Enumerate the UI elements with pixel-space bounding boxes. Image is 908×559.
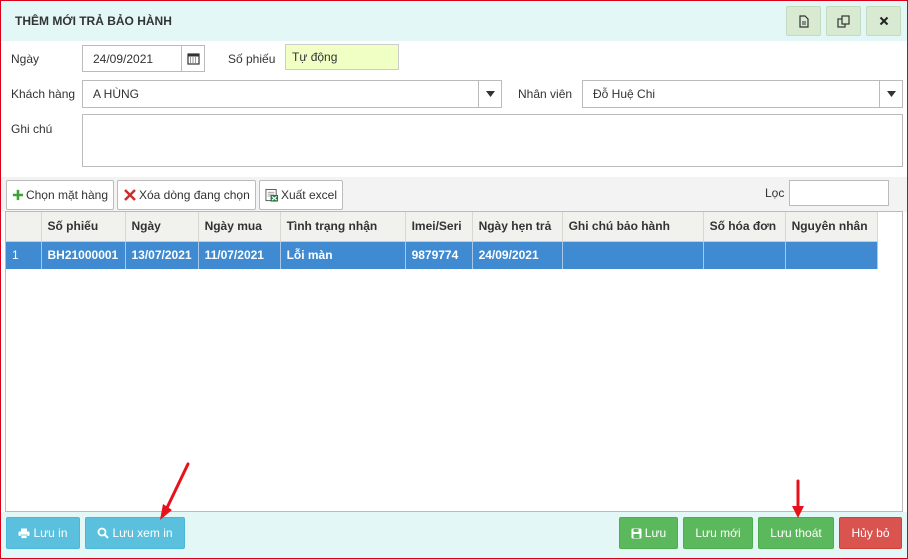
delete-x-icon xyxy=(124,189,136,201)
save-view-print-label: Lưu xem in xyxy=(112,526,173,540)
annotation-arrow-icon xyxy=(792,479,804,518)
table-cell[interactable]: 1 xyxy=(6,241,42,269)
calendar-icon xyxy=(186,53,200,65)
dialog-title: THÊM MỚI TRẢ BẢO HÀNH xyxy=(15,14,172,28)
table-cell[interactable] xyxy=(703,241,786,269)
column-header[interactable]: Số hóa đơn xyxy=(703,212,786,242)
chevron-down-icon xyxy=(485,91,495,97)
note-textarea[interactable] xyxy=(82,114,903,167)
delete-selected-button[interactable]: Xóa dòng đang chọn xyxy=(117,180,256,210)
staff-select[interactable]: Đỗ Huệ Chi xyxy=(582,80,880,108)
warranty-grid: Số phiếu Ngày Ngày mua Tình trạng nhận I… xyxy=(5,211,903,512)
column-header[interactable]: Tình trạng nhận xyxy=(280,212,406,242)
table-cell[interactable] xyxy=(562,241,704,269)
document-icon xyxy=(798,14,809,28)
column-header[interactable]: Ngày mua xyxy=(198,212,281,242)
export-excel-button[interactable]: Xuất excel xyxy=(259,180,343,210)
save-label: Lưu xyxy=(644,526,667,540)
date-input[interactable]: 24/09/2021 xyxy=(82,45,182,72)
cancel-button[interactable]: Hủy bỏ xyxy=(839,517,902,549)
column-header[interactable]: Ghi chú bảo hành xyxy=(562,212,704,242)
column-header[interactable] xyxy=(6,212,42,242)
table-cell[interactable] xyxy=(785,241,878,269)
column-header[interactable]: Imei/Seri xyxy=(405,212,473,242)
close-icon xyxy=(879,16,888,26)
save-print-label: Lưu in xyxy=(33,526,68,540)
save-print-button[interactable]: Lưu in xyxy=(6,517,80,549)
column-header[interactable]: Ngày hẹn trả xyxy=(472,212,563,242)
customer-select[interactable]: A HÙNG xyxy=(82,80,479,108)
printer-icon xyxy=(18,528,30,539)
table-cell[interactable]: 11/07/2021 xyxy=(198,241,281,269)
dialog-titlebar: THÊM MỚI TRẢ BẢO HÀNH xyxy=(1,1,907,41)
save-exit-button[interactable]: Lưu thoát xyxy=(758,517,834,549)
save-new-button[interactable]: Lưu mới xyxy=(683,517,753,549)
column-header[interactable]: Nguyên nhân xyxy=(785,212,878,242)
choose-items-label: Chọn mặt hàng xyxy=(25,188,108,202)
document-button[interactable] xyxy=(786,6,821,36)
filter-label: Lọc xyxy=(765,186,785,200)
staff-label: Nhân viên xyxy=(518,87,573,101)
choose-items-button[interactable]: Chọn mặt hàng xyxy=(6,180,114,210)
export-excel-label: Xuất excel xyxy=(280,188,337,202)
table-cell[interactable]: BH21000001 xyxy=(41,241,126,269)
table-cell[interactable]: Lỗi màn xyxy=(280,241,406,269)
customer-dropdown-button[interactable] xyxy=(478,80,502,108)
column-header[interactable]: Ngày xyxy=(125,212,199,242)
table-row[interactable]: 1 BH21000001 13/07/2021 11/07/2021 Lỗi m… xyxy=(6,241,878,269)
table-header-row: Số phiếu Ngày Ngày mua Tình trạng nhận I… xyxy=(6,212,878,242)
filter-input[interactable] xyxy=(789,180,889,206)
copy-button[interactable] xyxy=(826,6,861,36)
floppy-icon xyxy=(631,528,642,538)
voucher-label: Số phiếu xyxy=(228,52,276,66)
search-icon xyxy=(98,527,110,539)
delete-selected-label: Xóa dòng đang chọn xyxy=(139,188,250,202)
table-cell[interactable]: 24/09/2021 xyxy=(472,241,563,269)
chevron-down-icon xyxy=(886,91,896,97)
annotation-arrow-icon xyxy=(160,462,190,520)
customer-label: Khách hàng xyxy=(11,87,76,101)
copy-icon xyxy=(837,14,850,28)
close-button[interactable] xyxy=(866,6,901,36)
column-header[interactable]: Số phiếu xyxy=(41,212,126,242)
table-cell[interactable]: 13/07/2021 xyxy=(125,241,199,269)
table-cell[interactable]: 9879774 xyxy=(405,241,473,269)
calendar-button[interactable] xyxy=(181,45,205,72)
save-button[interactable]: Lưu xyxy=(619,517,678,549)
note-label: Ghi chú xyxy=(11,122,53,136)
staff-dropdown-button[interactable] xyxy=(879,80,903,108)
excel-icon xyxy=(265,188,279,202)
voucher-input[interactable]: Tự động xyxy=(285,44,399,70)
plus-icon xyxy=(12,189,24,201)
date-label: Ngày xyxy=(11,52,40,66)
